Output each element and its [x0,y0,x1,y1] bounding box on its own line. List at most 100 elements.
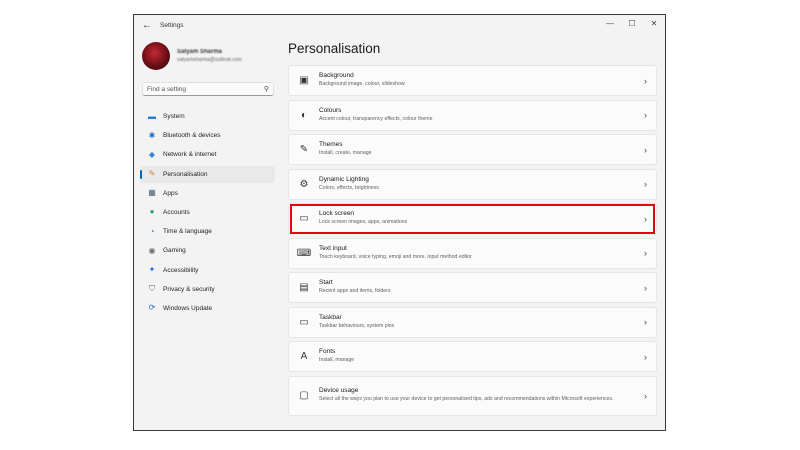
sidebar-item-label: Time & language [163,228,212,236]
sidebar-item-accounts[interactable]: ● Accounts [140,204,275,221]
gamepad-icon: ◉ [148,245,156,255]
brush-icon: ✎ [299,144,309,155]
sidebar-item-label: Bluetooth & devices [163,132,221,140]
sidebar-item-system[interactable]: ▬ System [140,108,275,125]
avatar[interactable] [142,42,170,70]
settings-card-list: ▣ Background Background image, colour, sli… [288,65,657,419]
accessibility-icon: ✦ [148,265,156,274]
card-title: Text input [319,244,347,252]
card-description: Taskbar behaviours, system pins [319,322,395,329]
fonts-icon: A [300,351,308,362]
user-name: Satyam Sharma [177,49,223,55]
window-controls: — ☐ ✕ [599,15,665,31]
sidebar-item-label: Apps [163,189,178,197]
update-icon: ⟳ [148,303,156,313]
apps-icon: ▦ [148,188,156,198]
sidebar-item-apps[interactable]: ▦ Apps [140,185,275,202]
card-description: Lock screen images, apps, animations [319,219,408,226]
card-title: Lock screen [319,210,355,218]
chevron-right-icon: › [644,317,647,327]
maximize-button[interactable]: ☐ [621,15,643,31]
settings-card-lock-screen[interactable]: ▭ Lock screen Lock screen images, apps, an… [288,203,657,234]
lighting-gear-icon: ⚙ [299,178,309,190]
card-description: Install, create, manage [319,150,372,157]
search-box[interactable]: Find a setting ⚲ [142,82,274,96]
card-title: Themes [319,141,343,149]
minimize-button[interactable]: — [599,15,621,31]
sidebar-item-privacy-security[interactable]: ⛉ Privacy & security [140,281,275,298]
title-bar: ← Settings — ☐ ✕ [134,15,665,35]
app-title: Settings [160,21,184,29]
settings-card-dynamic-lighting[interactable]: ⚙ Dynamic Lighting Colors, effects, bright… [288,168,657,200]
card-title: Start [319,279,333,287]
card-description: Touch keyboard, voice typing, emoji and … [319,253,472,260]
settings-card-device-usage[interactable]: ▢ Device usage Select all the ways you pla… [288,375,657,416]
settings-card-colours[interactable]: ◐ Colours Accent colour, transparency effe… [288,99,657,131]
wifi-icon: ◆ [148,149,156,159]
settings-card-fonts[interactable]: A Fonts Install, manage › [288,341,657,372]
globe-clock-icon: ◔ [149,226,155,236]
user-email: satyamsharma@outlook.com [177,57,242,63]
settings-card-background[interactable]: ▣ Background Background image, colour, sli… [288,65,657,96]
settings-window: ← Settings — ☐ ✕ Satyam Sharma satyamsha… [133,14,666,431]
sidebar-item-windows-update[interactable]: ⟳ Windows Update [140,300,275,317]
card-title: Colours [319,106,342,114]
card-description: Select all the ways you plan to use your… [319,396,614,403]
card-title: Fonts [319,348,336,356]
settings-card-text-input[interactable]: ⌨ Text input Touch keyboard, voice typing,… [288,237,657,269]
chevron-right-icon: › [644,390,647,401]
monitor-icon: ▬ [148,111,156,121]
lock-screen-icon: ▭ [299,213,309,224]
card-description: Accent colour, transparency effects, col… [319,115,433,122]
close-button[interactable]: ✕ [643,15,665,31]
card-description: Colors, effects, brightness [319,184,379,191]
chevron-right-icon: › [644,213,647,224]
back-arrow-icon[interactable]: ← [134,15,160,35]
shield-icon: ⛉ [149,284,155,294]
user-profile[interactable]: Satyam Sharma satyamsharma@outlook.com [142,42,242,70]
sidebar-item-label: Windows Update [163,304,213,312]
chevron-right-icon: › [644,282,647,293]
image-icon: ▣ [299,75,309,86]
search-input[interactable]: Find a setting [147,86,264,93]
sidebar-item-label: Personalisation [163,170,208,178]
chevron-right-icon: › [644,144,647,155]
sidebar-item-label: Gaming [163,247,186,255]
settings-card-taskbar[interactable]: ▭ Taskbar Taskbar behaviours, system pins › [288,306,657,338]
card-title: Dynamic Lighting [319,175,369,183]
taskbar-icon: ▭ [299,316,309,328]
bluetooth-icon: ✱ [148,130,156,140]
card-title: Taskbar [319,313,342,321]
brush-icon: ✎ [148,169,156,179]
sidebar-item-accessibility[interactable]: ✦ Accessibility [140,262,275,279]
sidebar-item-label: System [163,113,185,120]
palette-icon: ◐ [300,109,308,121]
chevron-right-icon: › [644,351,647,362]
card-description: Recent apps and items, folders [319,288,391,295]
sidebar-item-label: Privacy & security [163,285,215,293]
card-description: Install, manage [319,357,355,364]
settings-card-start[interactable]: ▤ Start Recent apps and items, folders › [288,272,657,303]
card-description: Background image, colour, slideshow [319,81,405,88]
chevron-right-icon: › [644,248,647,258]
sidebar-item-gaming[interactable]: ◉ Gaming [140,242,275,259]
sidebar-item-bluetooth-devices[interactable]: ✱ Bluetooth & devices [140,127,275,144]
device-usage-icon: ▢ [299,390,309,401]
sidebar-item-label: Accounts [163,208,190,216]
search-icon[interactable]: ⚲ [264,85,269,93]
sidebar-item-label: Accessibility [163,266,199,274]
keyboard-icon: ⌨ [296,247,312,259]
settings-card-themes[interactable]: ✎ Themes Install, create, manage › [288,134,657,165]
sidebar-item-personalisation[interactable]: ✎ Personalisation [140,165,275,183]
start-icon: ▤ [299,282,309,293]
chevron-right-icon: › [644,75,647,86]
card-title: Device usage [319,387,359,395]
card-title: Background [319,72,354,80]
sidebar-item-network-internet[interactable]: ◆ Network & internet [140,146,275,163]
sidebar-item-label: Network & internet [163,151,217,159]
sidebar-nav: ▬ System ✱ Bluetooth & devices ◆ Network & in… [140,108,275,319]
sidebar-item-time-language[interactable]: ◔ Time & language [140,223,275,240]
chevron-right-icon: › [644,110,647,120]
person-icon: ● [149,207,155,217]
chevron-right-icon: › [644,179,647,189]
